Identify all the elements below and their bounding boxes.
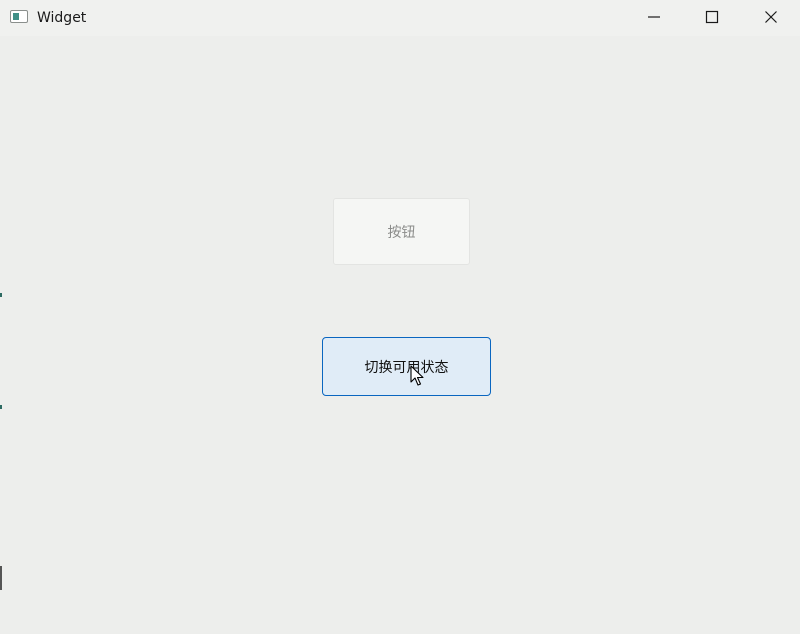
disabled-button[interactable]: 按钮	[333, 198, 470, 265]
toggle-enabled-button[interactable]: 切换可用状态	[322, 337, 491, 396]
window-edge-mark	[0, 566, 2, 590]
close-icon	[765, 11, 777, 23]
close-button[interactable]	[742, 0, 800, 34]
window-edge-mark	[0, 405, 2, 409]
minimize-button[interactable]	[625, 0, 683, 34]
window-edge-mark	[0, 293, 2, 297]
mouse-cursor-icon	[410, 365, 424, 386]
minimize-icon	[648, 16, 660, 18]
maximize-icon	[705, 10, 719, 24]
window-title: Widget	[37, 10, 87, 26]
maximize-button[interactable]	[683, 0, 741, 34]
app-window-icon	[10, 10, 28, 23]
app-window: Widget 按钮 切换可用状态	[0, 0, 800, 634]
title-bar[interactable]: Widget	[0, 0, 800, 36]
